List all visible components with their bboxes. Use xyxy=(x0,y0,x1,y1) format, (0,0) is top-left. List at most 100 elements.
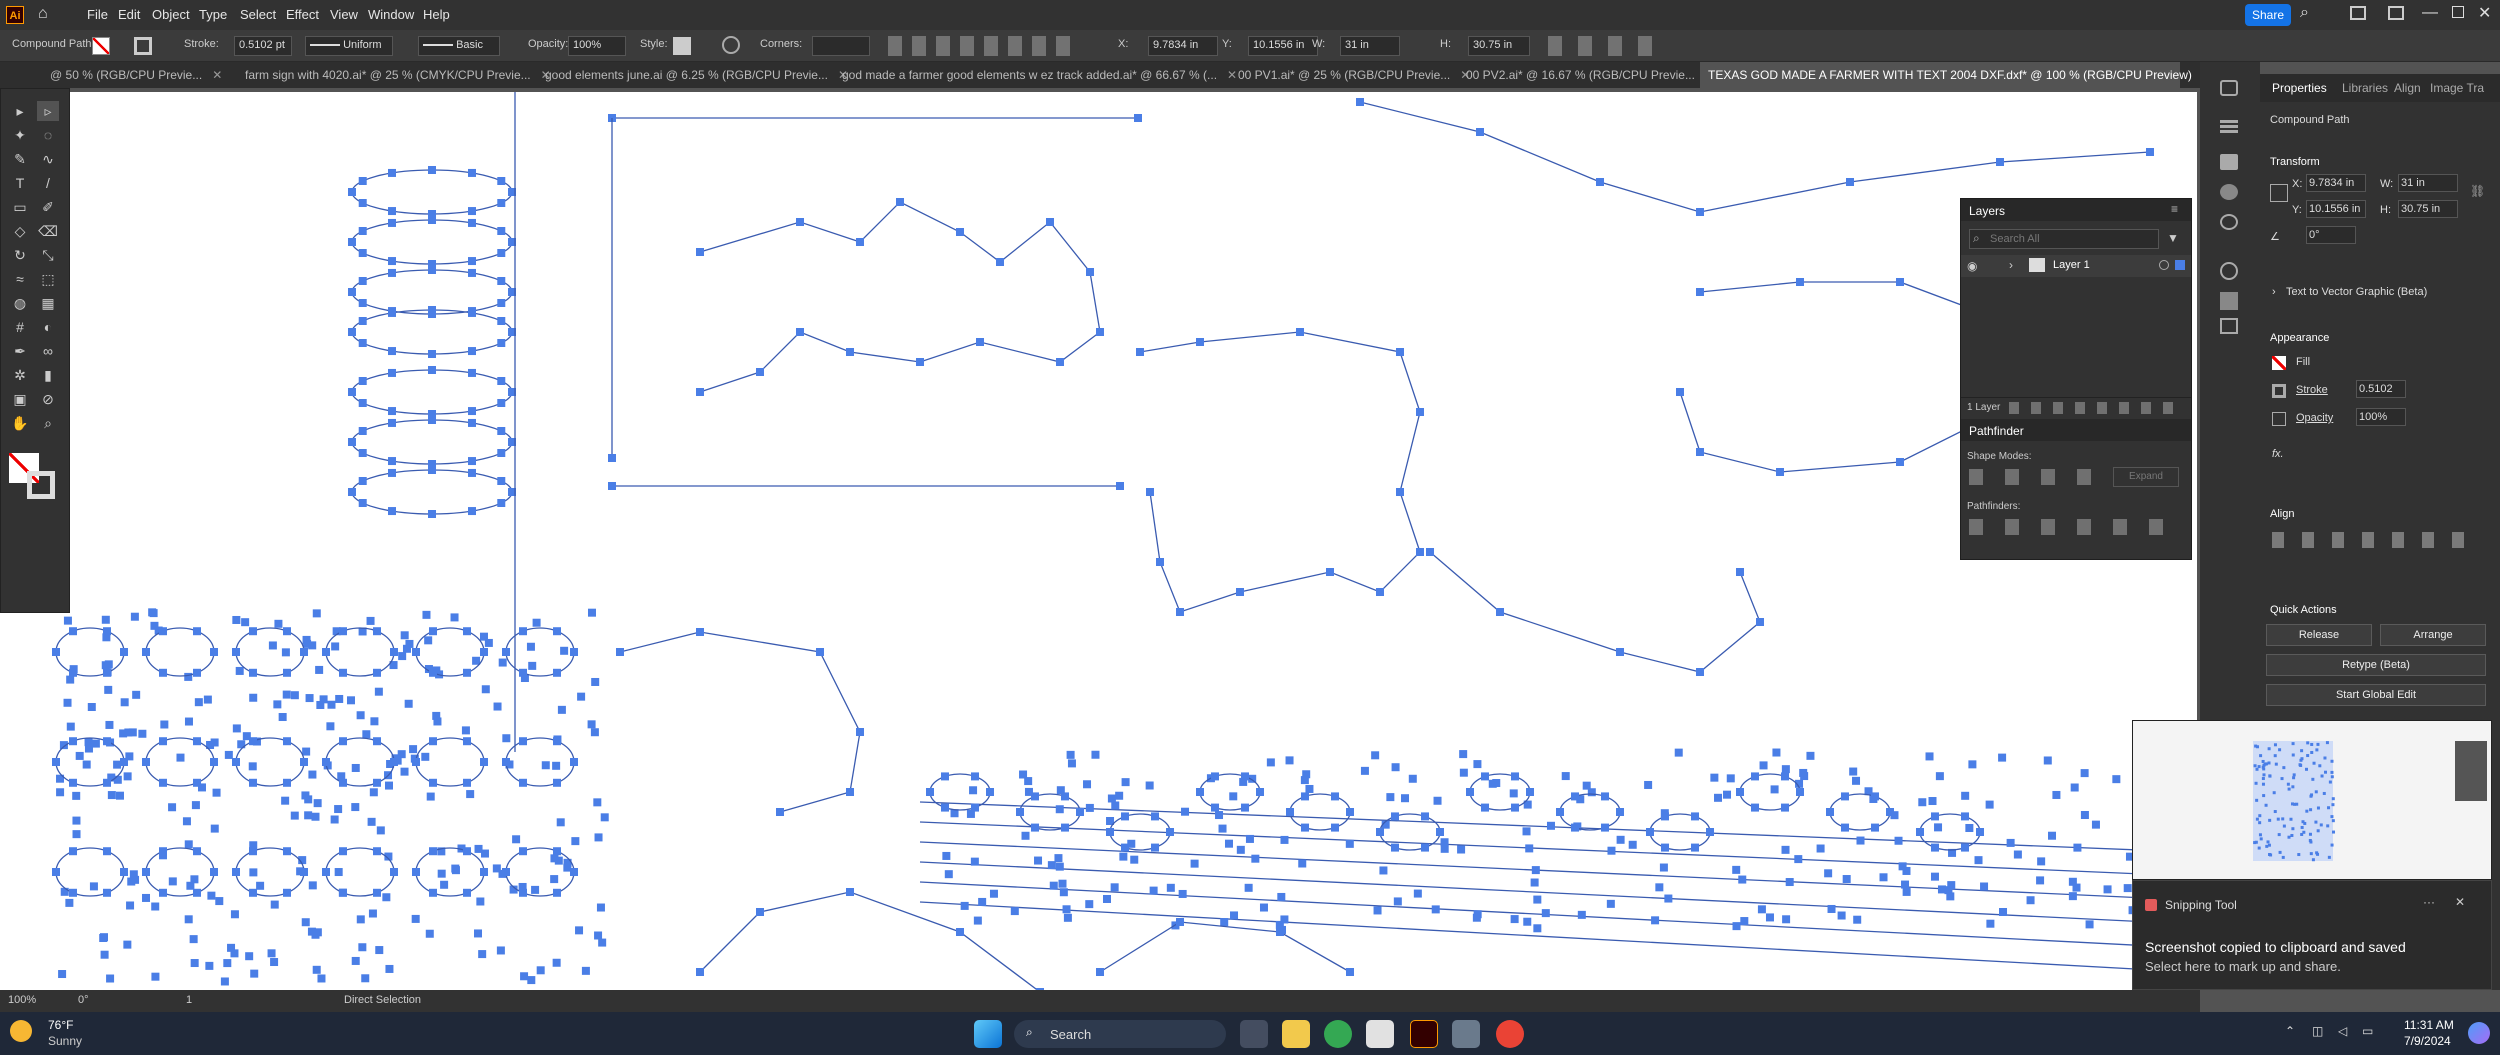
menu-edit[interactable]: Edit xyxy=(118,7,140,22)
anchor-point[interactable] xyxy=(1300,776,1309,785)
anchor-point[interactable] xyxy=(100,950,109,959)
anchor-point[interactable] xyxy=(608,482,616,490)
anchor-point[interactable] xyxy=(570,758,578,766)
h-field[interactable]: 30.75 in xyxy=(1468,36,1530,56)
anchor-point[interactable] xyxy=(101,661,110,670)
anchor-point[interactable] xyxy=(129,870,138,879)
rotation-value[interactable]: 0° xyxy=(78,994,89,1006)
anchor-point[interactable] xyxy=(283,888,291,897)
field-ellipse[interactable] xyxy=(145,737,215,787)
anchor-point[interactable] xyxy=(91,739,100,748)
anchor-point[interactable] xyxy=(468,257,476,266)
anchor-point[interactable] xyxy=(497,177,506,185)
constrain-proportions-icon[interactable]: ⛓ xyxy=(2470,184,2485,198)
retype-button[interactable]: Retype (Beta) xyxy=(2266,654,2486,676)
anchor-point[interactable] xyxy=(390,868,398,876)
anchor-point[interactable] xyxy=(249,778,257,787)
anchor-point[interactable] xyxy=(468,368,476,377)
anchor-point[interactable] xyxy=(339,737,347,746)
anchor-point[interactable] xyxy=(66,675,75,684)
anchor-point[interactable] xyxy=(193,737,201,746)
anchor-point[interactable] xyxy=(497,399,506,407)
anchor-point[interactable] xyxy=(290,811,299,820)
anchor-point[interactable] xyxy=(1396,488,1404,496)
anchor-point[interactable] xyxy=(536,966,545,975)
anchor-point[interactable] xyxy=(1947,881,1956,890)
anchor-point[interactable] xyxy=(1661,812,1669,821)
anchor-point[interactable] xyxy=(1757,905,1766,914)
anchor-point[interactable] xyxy=(1224,839,1233,848)
menu-object[interactable]: Object xyxy=(152,7,190,22)
anchor-point[interactable] xyxy=(1408,774,1417,783)
anchor-point[interactable] xyxy=(1211,803,1219,812)
anchor-point[interactable] xyxy=(478,950,487,959)
anchor-point[interactable] xyxy=(63,616,72,625)
anchor-point[interactable] xyxy=(191,801,200,810)
anchor-point[interactable] xyxy=(1541,909,1550,918)
anchor-point[interactable] xyxy=(311,812,320,821)
plow-ellipse[interactable] xyxy=(1829,793,1891,831)
anchor-point[interactable] xyxy=(581,966,590,975)
anchor-point[interactable] xyxy=(1616,808,1624,816)
layer-row[interactable]: ◉ › Layer 1 xyxy=(1961,255,2191,277)
anchor-point[interactable] xyxy=(498,658,507,667)
anchor-point[interactable] xyxy=(2080,810,2089,819)
anchor-point[interactable] xyxy=(210,738,219,747)
field-ellipse[interactable] xyxy=(505,847,575,897)
anchor-point[interactable] xyxy=(212,788,221,797)
plow-ellipse[interactable] xyxy=(1019,793,1081,831)
anchor-point[interactable] xyxy=(1115,791,1124,800)
anchor-point[interactable] xyxy=(373,668,381,677)
rotate-tool[interactable]: ↻ xyxy=(9,245,31,265)
anchor-point[interactable] xyxy=(1606,899,1615,908)
width-tool[interactable]: ≈ xyxy=(9,269,31,289)
artboard-number[interactable]: 1 xyxy=(186,994,192,1006)
field-ellipse[interactable] xyxy=(145,847,215,897)
anchor-point[interactable] xyxy=(1010,907,1019,916)
expand-button[interactable]: Expand xyxy=(2113,467,2179,487)
panel-icon[interactable] xyxy=(2220,214,2238,230)
anchor-point[interactable] xyxy=(373,627,381,636)
anchor-point[interactable] xyxy=(1459,750,1468,759)
anchor-point[interactable] xyxy=(1130,855,1139,864)
anchor-point[interactable] xyxy=(123,772,132,781)
anchor-point[interactable] xyxy=(1331,792,1339,801)
anchor-point[interactable] xyxy=(596,903,605,912)
anchor-point[interactable] xyxy=(223,959,232,968)
anchor-point[interactable] xyxy=(106,974,115,983)
anchor-point[interactable] xyxy=(1928,797,1937,806)
anchor-point[interactable] xyxy=(433,717,442,726)
anchor-point[interactable] xyxy=(1853,915,1862,924)
anchor-point[interactable] xyxy=(232,724,241,733)
menu-view[interactable]: View xyxy=(330,7,358,22)
anchor-point[interactable] xyxy=(1886,808,1894,816)
anchor-point[interactable] xyxy=(1280,835,1289,844)
anchor-point[interactable] xyxy=(1961,843,1969,852)
clock-date[interactable]: 7/9/2024 xyxy=(2404,1034,2451,1048)
anchor-point[interactable] xyxy=(553,778,561,787)
anchor-point[interactable] xyxy=(1980,882,1989,891)
anchor-point[interactable] xyxy=(1386,793,1395,802)
anchor-point[interactable] xyxy=(2036,876,2045,885)
anchor-point[interactable] xyxy=(1799,768,1808,777)
anchor-point[interactable] xyxy=(1266,758,1275,767)
blend-tool[interactable]: ∞ xyxy=(37,341,59,361)
anchor-point[interactable] xyxy=(283,668,291,677)
anchor-point[interactable] xyxy=(1196,338,1204,346)
anchor-point[interactable] xyxy=(1710,773,1719,782)
anchor-point[interactable] xyxy=(159,778,167,787)
anchor-point[interactable] xyxy=(552,761,561,770)
anchor-point[interactable] xyxy=(312,965,321,974)
anchor-point[interactable] xyxy=(1116,482,1124,490)
anchor-point[interactable] xyxy=(468,418,476,427)
anchor-point[interactable] xyxy=(1601,792,1609,801)
minimize-icon[interactable]: — xyxy=(2422,4,2438,22)
anchor-point[interactable] xyxy=(235,666,244,675)
anchor-point[interactable] xyxy=(1062,905,1071,914)
anchor-point[interactable] xyxy=(268,641,277,650)
anchor-point[interactable] xyxy=(1436,828,1444,836)
anchor-point[interactable] xyxy=(552,958,561,967)
anchor-point[interactable] xyxy=(300,868,308,876)
anchor-point[interactable] xyxy=(232,868,240,876)
anchor-point[interactable] xyxy=(107,791,116,800)
